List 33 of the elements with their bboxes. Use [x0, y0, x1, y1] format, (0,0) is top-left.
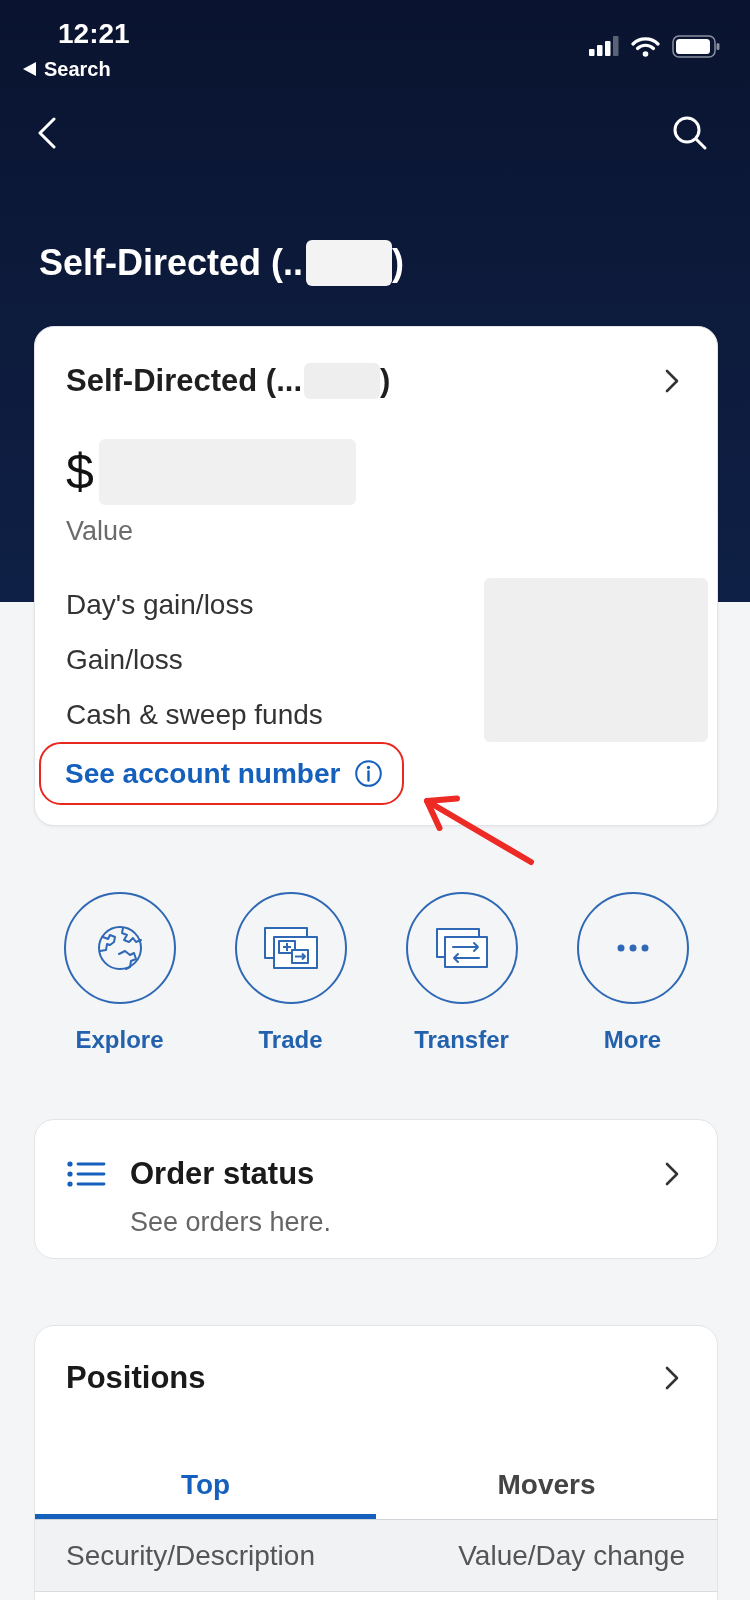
back-to-search-button[interactable]: Search	[23, 58, 111, 80]
back-triangle-icon	[23, 62, 36, 76]
wifi-icon	[631, 35, 660, 57]
search-icon[interactable]	[672, 115, 708, 151]
order-status-subtitle: See orders here.	[130, 1206, 333, 1238]
signal-icon	[589, 36, 619, 56]
positions-title: Positions	[66, 1360, 206, 1396]
column-header: Security/Description	[66, 1538, 315, 1573]
metric-label: Gain/loss	[66, 642, 184, 677]
more-icon	[616, 944, 649, 952]
status-time: 12:21	[58, 17, 130, 51]
account-number-link[interactable]: See account number	[65, 755, 383, 792]
back-icon[interactable]	[37, 117, 57, 149]
exchange-arrows-icon	[435, 928, 488, 968]
account-title: Self-Directed (...	[66, 363, 302, 399]
list-icon	[67, 1161, 106, 1187]
metric-label: Day's gain/loss	[66, 587, 255, 622]
chevron-right-icon[interactable]	[665, 1162, 679, 1186]
column-header: Value/Day change	[458, 1538, 685, 1573]
order-status-title: Order status	[130, 1156, 316, 1192]
stacked-cards-icon	[263, 927, 318, 969]
page-title: Self-Directed (..	[39, 241, 304, 285]
currency-symbol: $	[66, 443, 94, 502]
globe-icon	[96, 925, 143, 971]
chevron-right-icon[interactable]	[665, 1366, 679, 1390]
value-label: Value	[66, 515, 135, 548]
tab[interactable]: Movers	[376, 1451, 717, 1519]
closing-paren: )	[380, 363, 391, 399]
chevron-right-icon[interactable]	[665, 369, 679, 393]
metric-label: Cash & sweep funds	[66, 697, 324, 732]
info-icon	[355, 760, 383, 787]
closing-paren: )	[392, 241, 405, 285]
battery-icon	[672, 34, 720, 58]
